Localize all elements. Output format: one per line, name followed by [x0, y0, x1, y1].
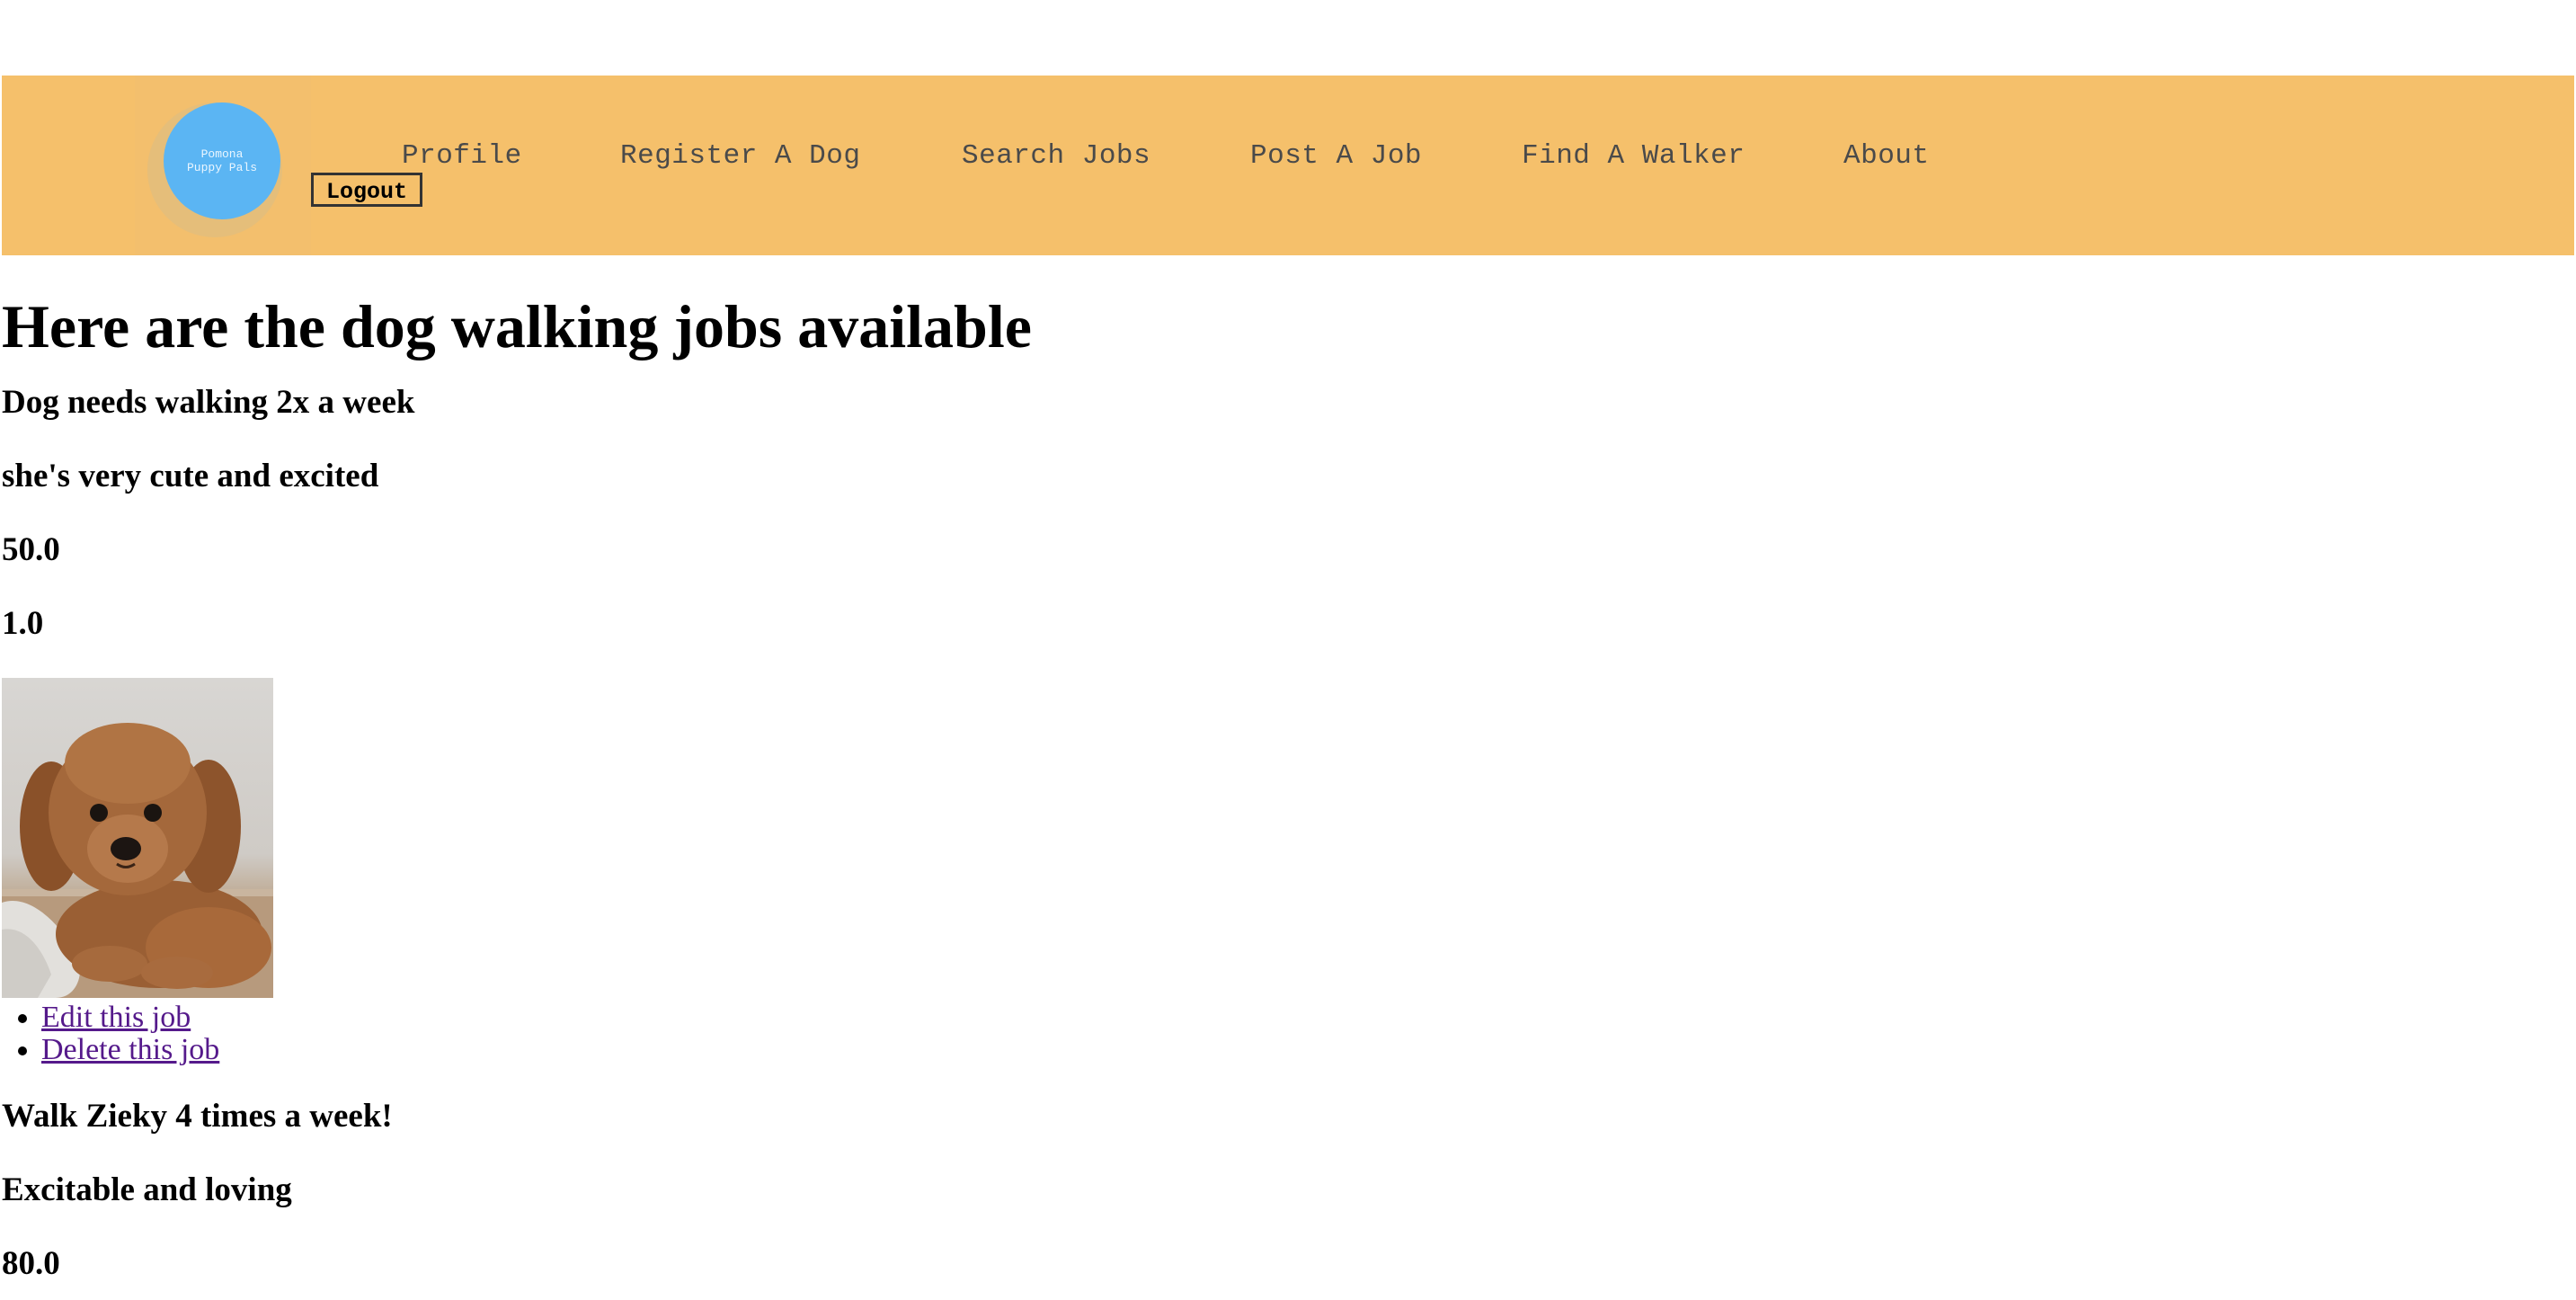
edit-job-link[interactable]: Edit this job	[41, 1001, 191, 1034]
job-title: Walk Zieky 4 times a week!	[2, 1098, 393, 1135]
top-navigation-bar: Pomona Puppy Pals Profile Register A Dog…	[2, 76, 2574, 255]
nav-link-profile[interactable]: Profile	[402, 140, 522, 172]
job-title: Dog needs walking 2x a week	[2, 384, 415, 421]
job-hours: 1.0	[2, 605, 44, 642]
job-actions-list: Edit this job Delete this job	[2, 1002, 2572, 1066]
job-card: Dog needs walking 2x a week she's very c…	[2, 383, 2572, 1066]
puppy-illustration	[2, 723, 273, 998]
job-description: she's very cute and excited	[2, 458, 379, 494]
job-pay: 80.0	[2, 1245, 60, 1282]
logout-button[interactable]: Logout	[311, 173, 423, 207]
jobs-content: Here are the dog walking jobs available …	[2, 288, 2572, 1284]
job-description: Excitable and loving	[2, 1171, 292, 1208]
nav-link-about[interactable]: About	[1843, 140, 1930, 172]
job-card: Walk Zieky 4 times a week! Excitable and…	[2, 1097, 2572, 1284]
nav-link-post-a-job[interactable]: Post A Job	[1250, 140, 1422, 172]
delete-job-link[interactable]: Delete this job	[41, 1033, 219, 1066]
nav-link-register-a-dog[interactable]: Register A Dog	[620, 140, 860, 172]
nav-link-find-a-walker[interactable]: Find A Walker	[1522, 140, 1745, 172]
main-nav: Profile Register A Dog Search Jobs Post …	[2, 76, 2574, 255]
job-pay: 50.0	[2, 531, 60, 568]
page-title: Here are the dog walking jobs available	[2, 292, 1032, 361]
list-item: Delete this job	[41, 1034, 2572, 1066]
page: Pomona Puppy Pals Profile Register A Dog…	[0, 0, 2576, 1300]
list-item: Edit this job	[41, 1002, 2572, 1034]
dog-photo	[2, 678, 273, 998]
nav-link-search-jobs[interactable]: Search Jobs	[962, 140, 1150, 172]
